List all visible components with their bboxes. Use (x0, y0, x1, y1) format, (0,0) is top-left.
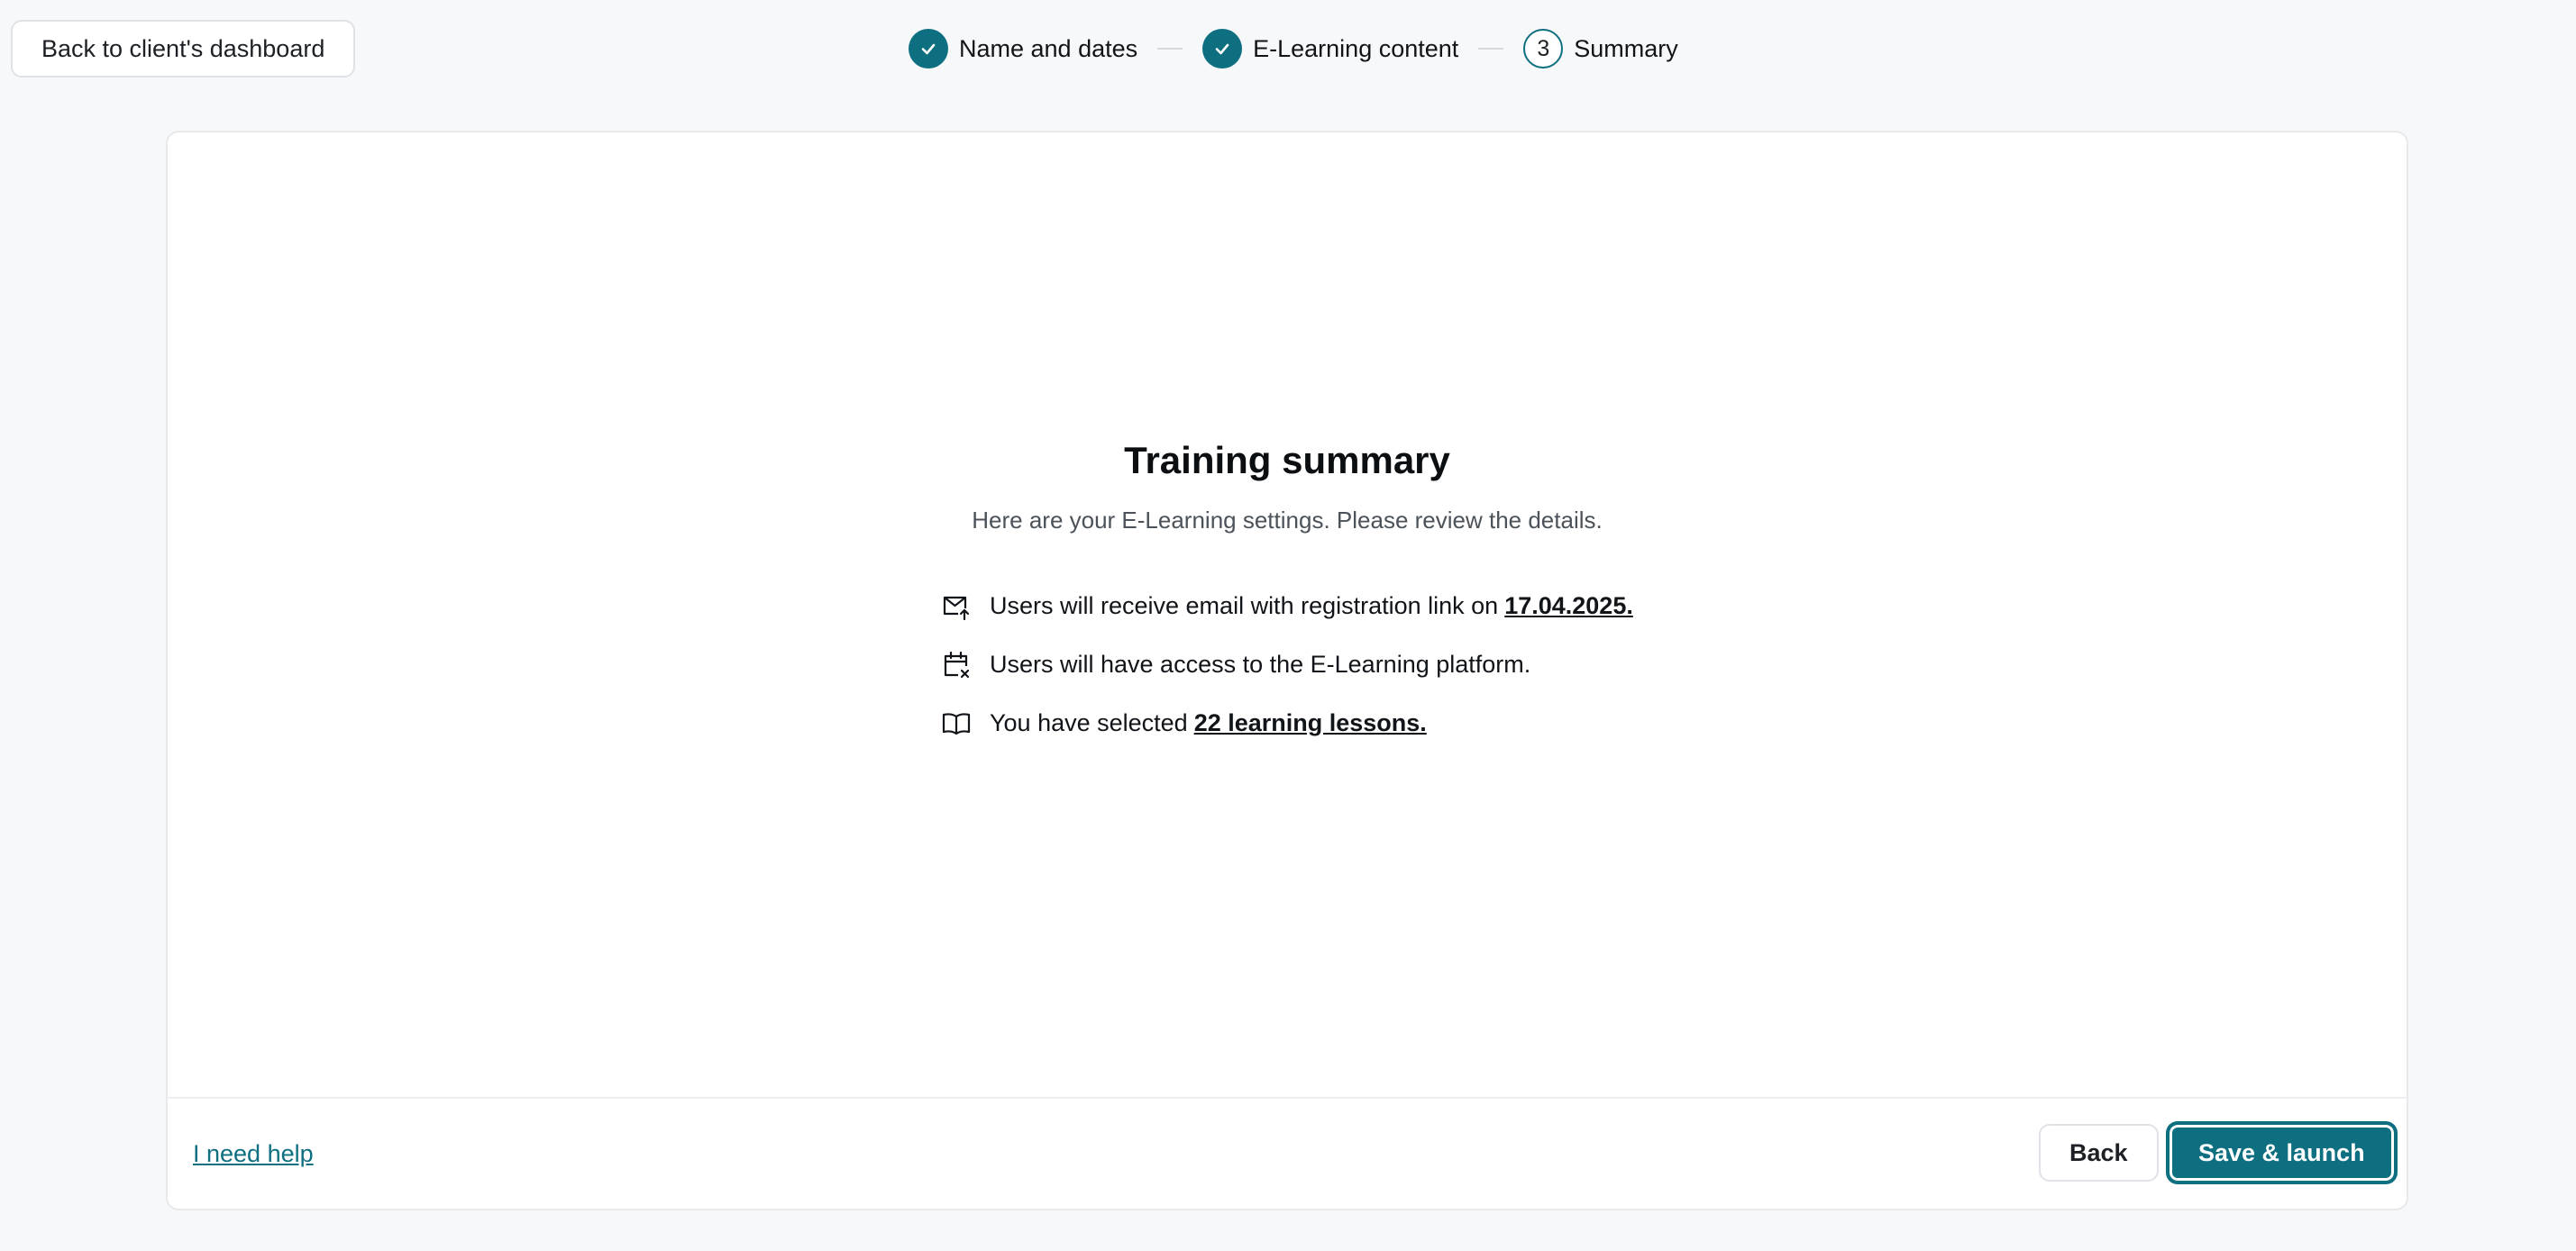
step-name-and-dates[interactable]: Name and dates (909, 29, 1137, 68)
summary-item-text: Users will receive email with registrati… (990, 591, 1499, 619)
step-separator (1157, 48, 1183, 50)
summary-item-text: You have selected (990, 708, 1188, 736)
registration-date: 17.04.2025. (1504, 591, 1633, 619)
calendar-x-icon (941, 649, 972, 680)
book-open-icon (941, 708, 972, 738)
save-and-launch-button[interactable]: Save & launch (2167, 1122, 2397, 1183)
step-label: Summary (1574, 34, 1678, 62)
help-link[interactable]: I need help (193, 1140, 314, 1168)
step-separator (1478, 48, 1504, 50)
check-icon (909, 29, 948, 68)
summary-content: Training summary Here are your E-Learnin… (168, 132, 2407, 1099)
progress-stepper: Name and dates E-Learning content 3 Summ… (909, 29, 1678, 68)
step-label: Name and dates (959, 34, 1138, 62)
card-footer: I need help Back Save & launch (168, 1097, 2407, 1209)
mail-upload-icon (941, 590, 972, 621)
summary-item-text: Users will have access to the E-Learning… (990, 650, 1531, 678)
step-elearning-content[interactable]: E-Learning content (1202, 29, 1458, 68)
back-to-dashboard-button[interactable]: Back to client's dashboard (11, 20, 356, 78)
lessons-count: 22 learning lessons. (1193, 708, 1427, 736)
back-button[interactable]: Back (2039, 1124, 2159, 1182)
summary-card: Training summary Here are your E-Learnin… (166, 131, 2408, 1210)
summary-item-email: Users will receive email with registrati… (941, 588, 1633, 624)
step-summary[interactable]: 3 Summary (1523, 29, 1678, 68)
step-label: E-Learning content (1253, 34, 1459, 62)
summary-list: Users will receive email with registrati… (941, 588, 1633, 763)
page-title: Training summary (1124, 439, 1450, 481)
step-number: 3 (1523, 29, 1564, 68)
summary-item-lessons: You have selected 22 learning lessons. (941, 705, 1633, 741)
check-icon (1202, 29, 1243, 68)
page-subtitle: Here are your E-Learning settings. Pleas… (972, 507, 1603, 534)
summary-item-access: Users will have access to the E-Learning… (941, 646, 1633, 682)
top-bar: Back to client's dashboard Name and date… (0, 0, 2576, 97)
